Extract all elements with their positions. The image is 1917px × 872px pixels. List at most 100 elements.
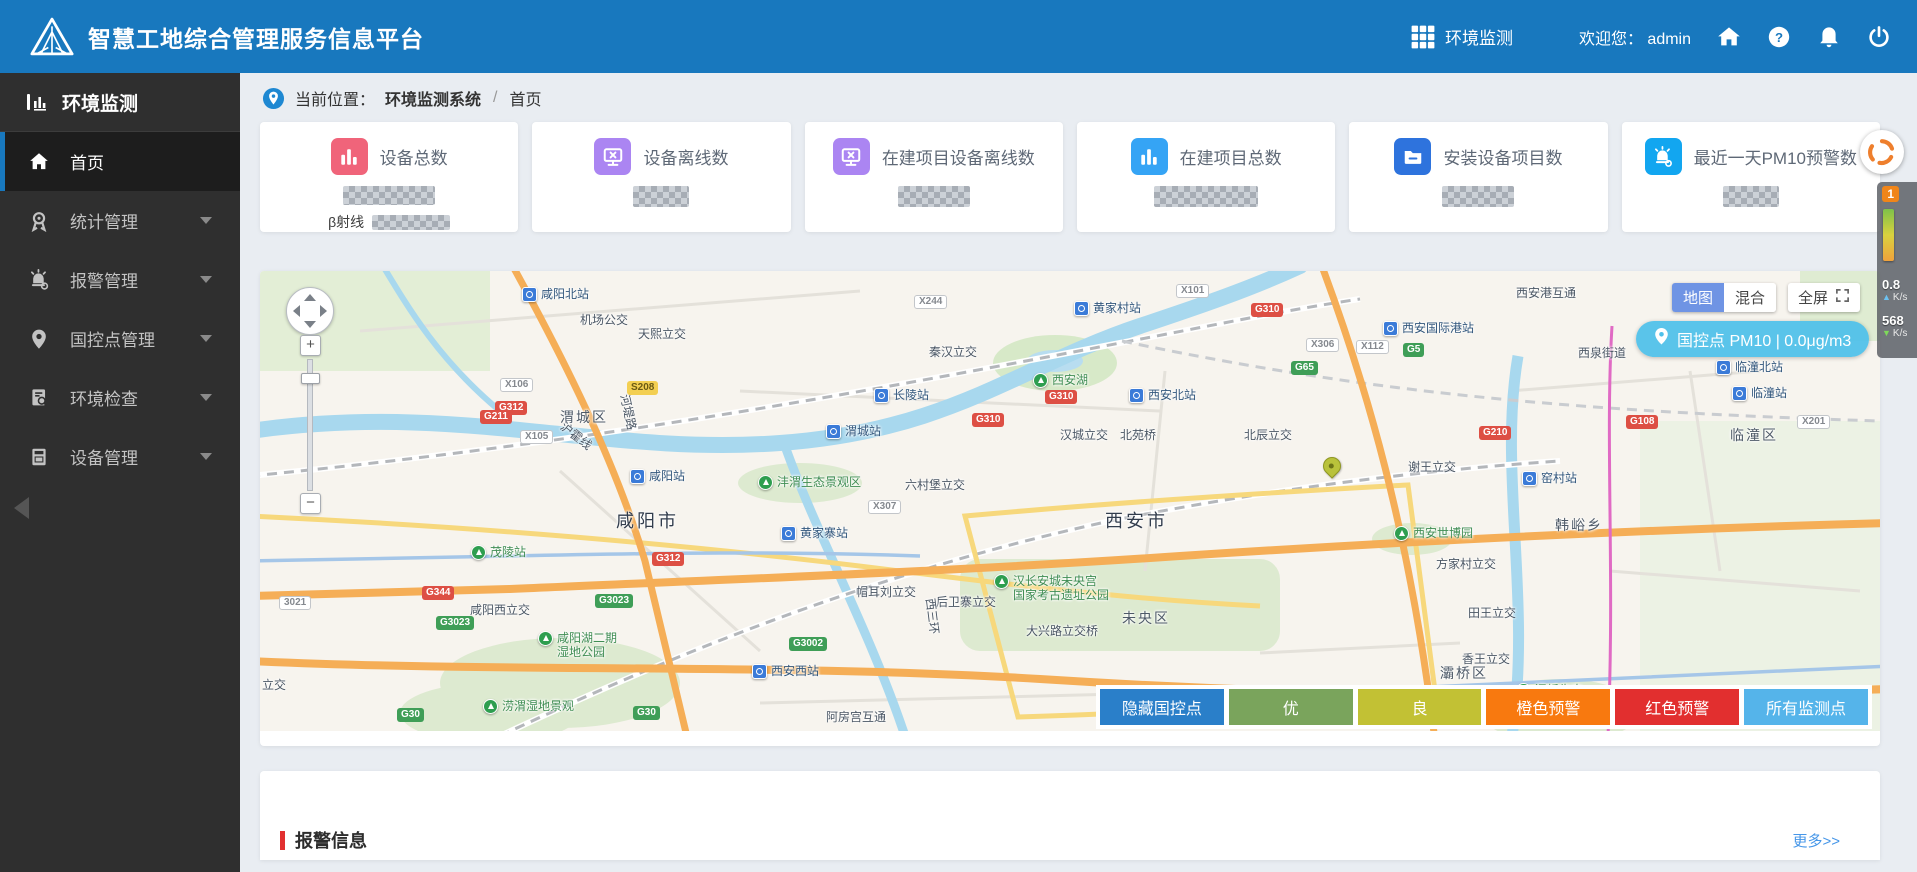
breadcrumb-system[interactable]: 环境监测系统 <box>385 86 481 110</box>
map-label: 西安港互通 <box>1516 286 1577 300</box>
sidebar-collapse-icon[interactable] <box>14 497 29 519</box>
map-legend: 隐藏国控点优良橙色预警 红色预警 所有监测点 <box>1096 685 1872 729</box>
park-marker-icon <box>538 631 553 646</box>
stat-card-title: 安装设备项目数 <box>1443 149 1563 168</box>
alarm-icon <box>28 268 50 291</box>
power-icon[interactable] <box>1867 25 1891 49</box>
sidebar-title: 环境监测 <box>0 73 240 132</box>
stat-card-title: 设备总数 <box>379 149 448 168</box>
stat-card-extra-censored <box>372 214 451 230</box>
svg-text:?: ? <box>1775 29 1783 44</box>
map-label: 临潼区 <box>1730 427 1778 443</box>
fullscreen-button[interactable]: 全屏 <box>1788 283 1861 312</box>
breadcrumb-page[interactable]: 首页 <box>509 86 541 110</box>
pan-down-icon[interactable] <box>304 321 316 328</box>
station-marker-icon <box>752 664 767 679</box>
pan-right-icon[interactable] <box>320 305 327 317</box>
road-badge: G30 <box>633 706 660 720</box>
home-icon[interactable] <box>1717 25 1741 49</box>
map-label: 汉城立交 <box>1060 428 1109 442</box>
zoom-in-button[interactable]: + <box>300 335 321 356</box>
road-badge: G310 <box>972 413 1005 427</box>
arrow-up-icon: ▲ <box>1882 292 1891 303</box>
speed-widget-icon[interactable] <box>1860 130 1904 174</box>
welcome-text: 欢迎您： admin <box>1578 30 1691 48</box>
help-icon[interactable]: ? <box>1767 25 1791 49</box>
road-badge: 3021 <box>279 596 312 610</box>
map-label: 涝渭湿地景观 <box>483 699 574 714</box>
road-badge: X307 <box>868 500 902 514</box>
map-label: 咸阳北站 <box>522 287 589 302</box>
speed-widget-panel[interactable]: 1 0.8 ▲ K/s 568 ▼ K/s <box>1877 182 1917 358</box>
map-label: 帽耳刘立交 <box>856 585 917 599</box>
road-badge: G5 <box>1403 343 1425 357</box>
map-label: 未央区 <box>1122 610 1170 626</box>
chevron-down-icon <box>200 394 212 401</box>
road-badge: X112 <box>1356 340 1389 354</box>
map-label: 临潼站 <box>1732 386 1787 401</box>
station-marker-icon <box>522 287 537 302</box>
stat-card-value-censored <box>1154 186 1259 207</box>
doc-search-icon <box>28 387 50 409</box>
station-marker-icon <box>1732 386 1747 401</box>
stat-card-value-censored <box>633 186 690 207</box>
road-badge: G211 <box>480 410 512 424</box>
stat-card: 设备总数 β射线 <box>260 122 519 232</box>
pan-left-icon[interactable] <box>293 305 300 317</box>
map-label: 茂陵站 <box>471 545 526 560</box>
stat-card-title: 设备离线数 <box>643 149 729 168</box>
map-label: 西安世博园 <box>1394 526 1473 541</box>
module-switcher[interactable]: 环境监测 <box>1411 24 1513 49</box>
legend-button[interactable]: 优 <box>1228 689 1353 725</box>
legend-button[interactable]: 隐藏国控点 <box>1100 689 1224 725</box>
legend-button[interactable]: 良 <box>1357 689 1482 725</box>
station-marker-icon <box>874 388 889 403</box>
sidebar-item[interactable]: 报警管理 <box>0 250 240 309</box>
section-accent-bar <box>280 830 285 850</box>
map-label: 咸阳西立交 <box>470 603 531 617</box>
bell-icon[interactable] <box>1817 25 1841 49</box>
breadcrumb: 当前位置： 环境监测系统 / 首页 <box>262 86 542 110</box>
sidebar-item[interactable]: 设备管理 <box>0 427 240 486</box>
zoom-out-button[interactable]: − <box>300 493 321 514</box>
more-link[interactable]: 更多>> <box>1792 830 1840 851</box>
alarm-section: 报警信息 更多>> <box>260 771 1880 860</box>
sidebar-item-label: 首页 <box>70 154 104 173</box>
bar-chart-icon <box>330 138 368 175</box>
map-label: 后卫寨立交 <box>936 595 997 609</box>
sidebar-item[interactable]: 统计管理 <box>0 191 240 250</box>
pan-up-icon[interactable] <box>304 294 316 301</box>
legend-button[interactable]: 红色预警 <box>1615 689 1740 725</box>
app-logo-icon <box>30 17 74 56</box>
road-badge: X244 <box>914 295 948 309</box>
map-label: 谢王立交 <box>1408 460 1457 474</box>
sidebar-item-label: 统计管理 <box>70 213 138 232</box>
map-label: 香王立交 <box>1462 652 1511 666</box>
device-icon <box>28 446 50 468</box>
bar-chart-icon <box>26 91 48 113</box>
sidebar-item[interactable]: 环境检查 <box>0 368 240 427</box>
legend-button[interactable]: 橙色预警 <box>1486 689 1611 725</box>
map-type-map[interactable]: 地图 <box>1672 283 1725 312</box>
map-label: 西泉街道 <box>1578 346 1627 360</box>
station-marker-icon <box>1383 321 1398 336</box>
map-type-hybrid[interactable]: 混合 <box>1724 283 1777 312</box>
sidebar-item[interactable]: 国控点管理 <box>0 309 240 368</box>
legend-button[interactable]: 所有监测点 <box>1744 689 1868 725</box>
map-canvas[interactable]: 咸阳市 西安市 渭城区 临潼区 未央区 灞桥区 韩峪乡 咸阳北站 黄家村站 西安国际港站 临潼北站临… <box>260 271 1880 731</box>
stat-card-value-censored <box>897 186 970 207</box>
sidebar-item[interactable]: 首页 <box>0 132 240 191</box>
map-label: 黄家寨站 <box>781 526 848 541</box>
map-tooltip[interactable]: 国控点 PM10 | 0.0μg/m3 <box>1636 321 1870 357</box>
arrow-down-icon: ▼ <box>1882 328 1891 339</box>
sidebar-item-label: 国控点管理 <box>70 331 155 350</box>
park-marker-icon <box>483 699 498 714</box>
road-badge: X105 <box>520 430 554 444</box>
map-pan-control[interactable] <box>286 287 334 335</box>
location-pin-icon <box>262 87 285 110</box>
page-title: 智慧工地综合管理服务信息平台 <box>88 25 424 52</box>
road-badge: X101 <box>1176 284 1210 298</box>
map-type-toggle: 地图 混合 <box>1672 283 1777 312</box>
zoom-slider-handle[interactable] <box>301 373 320 384</box>
park-marker-icon <box>471 545 486 560</box>
